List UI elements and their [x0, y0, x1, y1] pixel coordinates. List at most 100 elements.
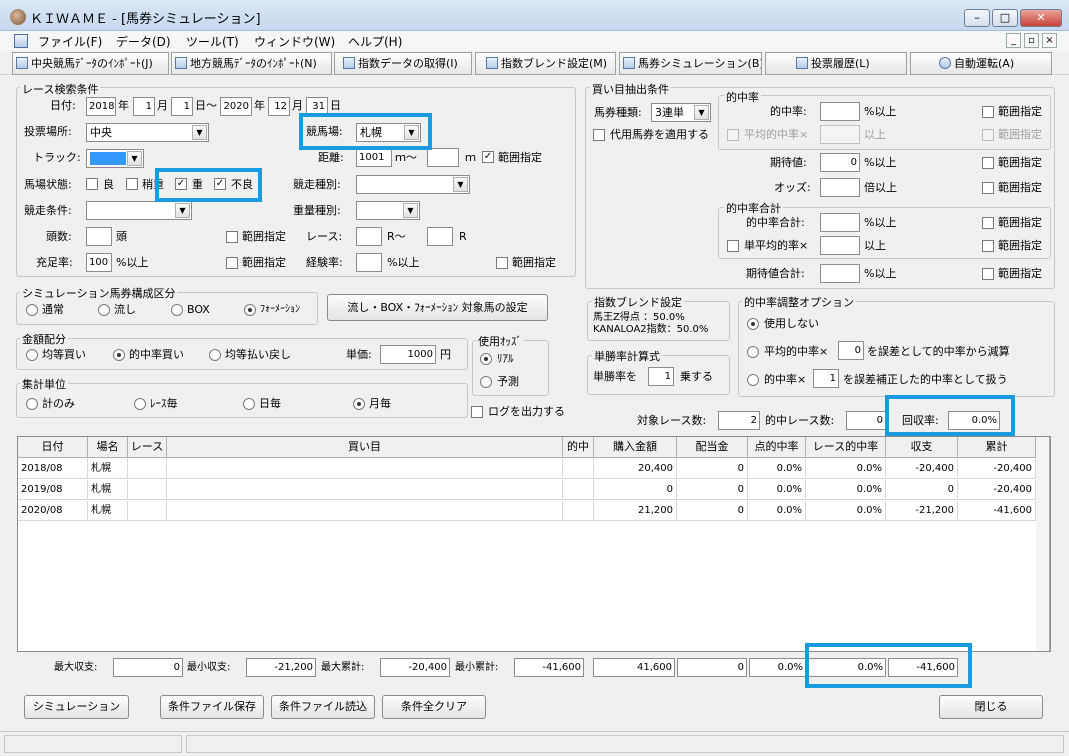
- agg-race-radio[interactable]: [134, 398, 146, 410]
- sim-box-radio[interactable]: [171, 304, 183, 316]
- menu-tools[interactable]: ツール(T): [186, 33, 239, 50]
- win-rate-input[interactable]: 1: [648, 367, 674, 386]
- cond-slight-checkbox[interactable]: [126, 178, 138, 190]
- unit-price-input[interactable]: 1000: [380, 345, 436, 364]
- mdi-restore-button[interactable]: ▫: [1024, 33, 1039, 48]
- import-central-button[interactable]: 中央競馬ﾃﾞｰﾀのｲﾝﾎﾟｰﾄ(J): [12, 52, 169, 75]
- mdi-close-button[interactable]: ×: [1042, 33, 1057, 48]
- ticket-type-select[interactable]: 3連単 ▼: [651, 103, 711, 122]
- close-window-button[interactable]: ✕: [1020, 9, 1062, 27]
- avg-hit-checkbox[interactable]: [727, 129, 739, 141]
- odds-input[interactable]: [820, 178, 860, 197]
- col-point-hit[interactable]: 点的中率: [748, 437, 806, 458]
- fetch-index-button[interactable]: 指数データの取得(I): [334, 52, 472, 75]
- ev-input[interactable]: 0: [820, 153, 860, 172]
- single-avg-input[interactable]: [820, 236, 860, 255]
- agg-daily-radio[interactable]: [243, 398, 255, 410]
- menu-help[interactable]: ヘルプ(H): [348, 33, 402, 50]
- weight-select[interactable]: ▼: [356, 201, 420, 220]
- auto-run-button[interactable]: 自動運転(A): [910, 52, 1052, 75]
- load-conditions-button[interactable]: 条件ファイル読込: [271, 695, 375, 719]
- fill-range-checkbox[interactable]: [226, 257, 238, 269]
- col-date[interactable]: 日付: [18, 437, 88, 458]
- hit-rate-input[interactable]: [820, 102, 860, 121]
- ticket-simulation-button[interactable]: 馬券シミュレーション(B): [619, 52, 762, 75]
- start-year-input[interactable]: 2018: [86, 97, 116, 116]
- distance-range-checkbox[interactable]: ✓: [482, 151, 494, 163]
- ev-range-checkbox[interactable]: [982, 157, 994, 169]
- fill-input[interactable]: 100: [86, 253, 112, 272]
- agg-monthly-radio[interactable]: [353, 398, 365, 410]
- race-from-input[interactable]: [356, 227, 382, 246]
- col-balance[interactable]: 収支: [886, 437, 958, 458]
- track-select[interactable]: ▼: [86, 149, 144, 168]
- vertical-scrollbar[interactable]: [1036, 437, 1050, 651]
- col-venue[interactable]: 場名: [88, 437, 128, 458]
- sim-formation-radio[interactable]: [244, 304, 256, 316]
- single-avg-checkbox[interactable]: [727, 240, 739, 252]
- avg-hit-input[interactable]: [820, 125, 860, 144]
- end-month-input[interactable]: 12: [268, 97, 290, 116]
- col-race-hit[interactable]: レース的中率: [806, 437, 886, 458]
- venue-select[interactable]: 中央 ▼: [86, 123, 209, 142]
- race-to-input[interactable]: [427, 227, 453, 246]
- cond-heavy-checkbox[interactable]: ✓: [175, 178, 187, 190]
- blend-settings-button[interactable]: 指数ブレンド設定(M): [475, 52, 616, 75]
- ev-sum-range-checkbox[interactable]: [982, 268, 994, 280]
- heads-input[interactable]: [86, 227, 112, 246]
- experience-input[interactable]: [356, 253, 382, 272]
- single-avg-range-checkbox[interactable]: [982, 240, 994, 252]
- menu-window[interactable]: ウィンドウ(W): [254, 33, 335, 50]
- hit-buy-radio[interactable]: [113, 349, 125, 361]
- end-day-input[interactable]: 31: [306, 97, 328, 116]
- hit-sum-range-checkbox[interactable]: [982, 217, 994, 229]
- cond-good-checkbox[interactable]: [86, 178, 98, 190]
- col-cumulative[interactable]: 累計: [958, 437, 1036, 458]
- race-type-select[interactable]: ▼: [356, 175, 470, 194]
- import-local-button[interactable]: 地方競馬ﾃﾞｰﾀのｲﾝﾎﾟｰﾄ(N): [171, 52, 332, 75]
- hit-sum-input[interactable]: [820, 213, 860, 232]
- heads-range-checkbox[interactable]: [226, 231, 238, 243]
- cond-bad-checkbox[interactable]: ✓: [214, 178, 226, 190]
- equal-buy-radio[interactable]: [26, 349, 38, 361]
- col-bet[interactable]: 買い目: [167, 437, 563, 458]
- maximize-button[interactable]: □: [992, 9, 1018, 27]
- adjust-subtract-radio[interactable]: [747, 346, 759, 358]
- menu-file[interactable]: ファイル(F): [38, 33, 102, 50]
- mdi-minimize-button[interactable]: _: [1006, 33, 1021, 48]
- close-button[interactable]: 閉じる: [939, 695, 1043, 719]
- minimize-button[interactable]: –: [964, 9, 990, 27]
- course-select[interactable]: 札幌 ▼: [356, 123, 421, 142]
- sim-nagashi-radio[interactable]: [98, 304, 110, 316]
- end-year-input[interactable]: 2020: [220, 97, 252, 116]
- vote-history-button[interactable]: 投票履歴(L): [765, 52, 907, 75]
- odds-real-radio[interactable]: [480, 353, 492, 365]
- adjust-multiply-input[interactable]: 1: [813, 369, 839, 388]
- proxy-ticket-checkbox[interactable]: [593, 129, 605, 141]
- ev-sum-input[interactable]: [820, 264, 860, 283]
- race-cond-select[interactable]: ▼: [86, 201, 192, 220]
- simulate-button[interactable]: シミュレーション: [24, 695, 129, 719]
- distance-to-input[interactable]: [427, 148, 459, 167]
- sim-normal-radio[interactable]: [26, 304, 38, 316]
- start-month-input[interactable]: 1: [133, 97, 155, 116]
- col-hit[interactable]: 的中: [563, 437, 594, 458]
- hit-rate-range-checkbox[interactable]: [982, 106, 994, 118]
- adjust-multiply-radio[interactable]: [747, 374, 759, 386]
- target-horse-settings-button[interactable]: 流し・BOX・ﾌｫｰﾒｰｼｮﾝ 対象馬の設定: [327, 294, 548, 321]
- start-day-input[interactable]: 1: [171, 97, 193, 116]
- clear-conditions-button[interactable]: 条件全クリア: [382, 695, 486, 719]
- odds-forecast-radio[interactable]: [480, 376, 492, 388]
- adjust-subtract-input[interactable]: 0: [838, 341, 864, 360]
- experience-range-checkbox[interactable]: [496, 257, 508, 269]
- adjust-none-radio[interactable]: [747, 318, 759, 330]
- results-table[interactable]: 日付 場名 レース 買い目 的中 購入金額 配当金 点的中率 レース的中率 収支…: [17, 436, 1051, 652]
- agg-total-radio[interactable]: [26, 398, 38, 410]
- menu-data[interactable]: データ(D): [116, 33, 171, 50]
- col-payout[interactable]: 配当金: [677, 437, 748, 458]
- equal-pay-radio[interactable]: [209, 349, 221, 361]
- save-conditions-button[interactable]: 条件ファイル保存: [160, 695, 264, 719]
- col-race[interactable]: レース: [128, 437, 167, 458]
- log-output-checkbox[interactable]: [471, 406, 483, 418]
- odds-range-checkbox[interactable]: [982, 182, 994, 194]
